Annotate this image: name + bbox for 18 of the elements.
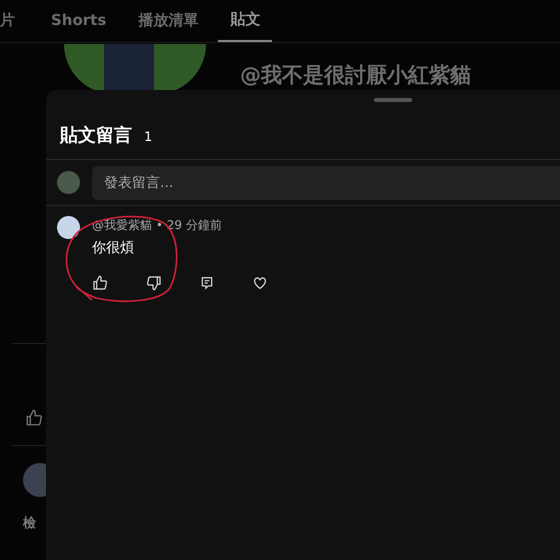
thumbs-down-icon[interactable] <box>146 275 162 291</box>
comment-count: 1 <box>144 129 152 147</box>
channel-tab[interactable]: 播放清單 <box>126 0 210 42</box>
channel-tab[interactable]: 片 <box>0 0 31 42</box>
label-text: 檢 <box>23 515 36 533</box>
drag-handle[interactable] <box>374 98 412 102</box>
thumbs-up-icon <box>25 409 43 427</box>
comment-field[interactable]: 發表留言... <box>92 166 560 200</box>
channel-handle: @我不是很討厭小紅紫貓 <box>240 62 471 89</box>
user-avatar <box>57 171 80 194</box>
sheet-title: 貼文留言 <box>60 124 132 148</box>
thumbs-up-icon[interactable] <box>92 275 108 291</box>
channel-tab[interactable]: 貼文 <box>218 0 272 42</box>
user-avatar <box>57 216 80 239</box>
reply-icon[interactable] <box>200 276 214 290</box>
channel-tab[interactable]: Shorts <box>39 0 118 42</box>
comment-text: 你很煩 <box>92 239 135 258</box>
heart-icon[interactable] <box>252 275 268 291</box>
